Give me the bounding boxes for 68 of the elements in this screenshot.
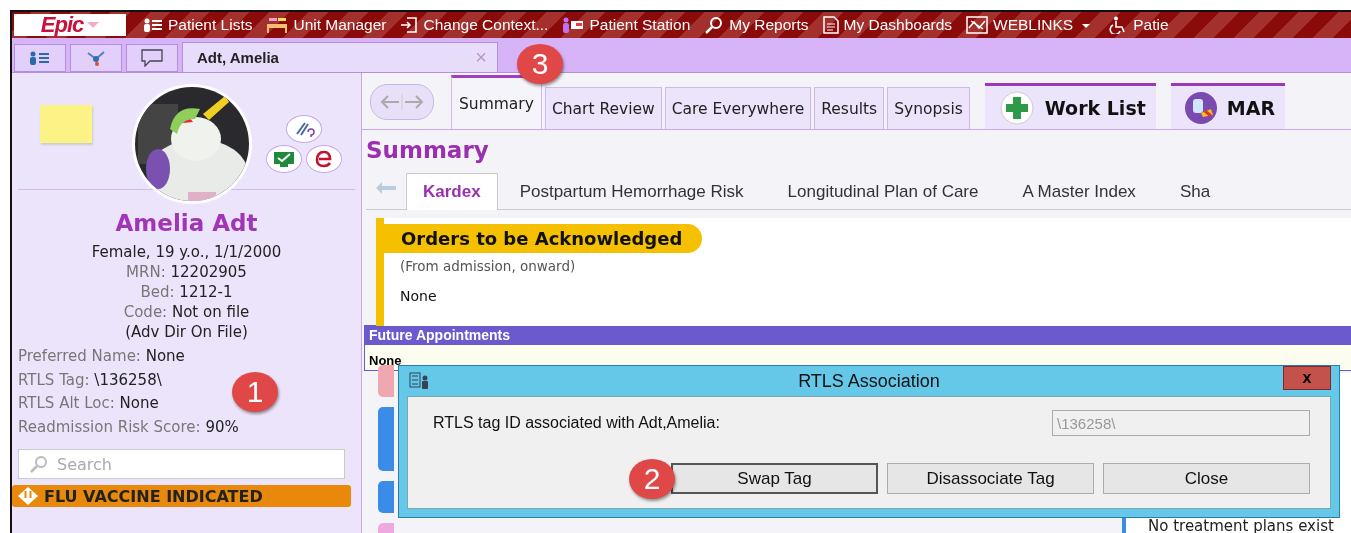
patient-info: Female, 19 y.o., 1/1/2000 — [90, 242, 283, 262]
chart-icon — [966, 16, 989, 34]
card-edge — [378, 481, 394, 513]
menu-item[interactable]: Change Context... — [393, 12, 556, 38]
patient-name: Amelia Adt — [114, 210, 259, 236]
patient-info: (Adv Dir On File) — [124, 322, 249, 342]
patient-list-icon — [143, 17, 163, 33]
orders-note: (From admission, onward) — [399, 257, 577, 274]
page-title: Summary — [365, 136, 490, 165]
patient-list-button[interactable] — [14, 44, 66, 72]
dialog-title: RTLS Association — [798, 370, 940, 392]
patient-info: MRN: 12202905 — [125, 262, 248, 282]
menu-item[interactable]: WEBLINKS — [959, 12, 1102, 38]
dialog-button[interactable]: Swap Tag — [671, 463, 878, 494]
station-icon — [562, 17, 585, 33]
document-icon — [822, 16, 839, 34]
e-icon[interactable] — [306, 145, 342, 173]
patient-tab[interactable]: Adt, Amelia × — [182, 42, 498, 72]
card-edge — [378, 365, 394, 397]
epic-logo[interactable]: Epic — [14, 14, 126, 36]
patient-detail: Readmission Risk Score: 90% — [18, 416, 240, 438]
section-tab[interactable]: Postpartum Hemorrhage Risk — [497, 175, 766, 209]
appointments-header: Future Appointments — [365, 326, 1351, 345]
back-forward-icon — [379, 92, 425, 112]
search-placeholder: Search — [57, 454, 112, 474]
orders-value: None — [399, 287, 438, 304]
orders-heading: Orders to be Acknowledged — [384, 224, 703, 253]
card-edge — [378, 407, 394, 471]
section-tab[interactable]: A Master Index — [1000, 175, 1158, 209]
back-forward-button[interactable] — [370, 84, 434, 120]
section-tab[interactable]: Kardex — [406, 173, 498, 210]
activity-tab[interactable]: Results — [814, 87, 885, 129]
activity-tab[interactable]: Care Everywhere — [664, 87, 812, 129]
section-tab[interactable]: Sha — [1157, 175, 1233, 209]
network-button[interactable] — [70, 44, 122, 72]
signature-icon[interactable] — [286, 115, 322, 143]
activity-tab[interactable]: Chart Review — [544, 87, 662, 129]
warning-icon — [18, 487, 38, 505]
speech-bubble-icon — [140, 49, 164, 67]
enter-icon — [400, 16, 419, 34]
menu-item[interactable]: Unit Manager — [259, 12, 394, 38]
activity-tab[interactable]: Synopsis — [887, 87, 970, 129]
launcher-tab[interactable]: Work List — [984, 83, 1156, 129]
beds-icon — [266, 17, 289, 33]
patient-list-icon — [29, 50, 51, 66]
search-icon — [704, 16, 725, 34]
activity-tab[interactable]: Summary — [451, 75, 542, 129]
patient-detail: Preferred Name: None — [18, 346, 186, 367]
section-tab[interactable]: Longitudinal Plan of Care — [765, 175, 1001, 209]
field-label: RTLS tag ID associated with Adt,Amelia: — [433, 414, 721, 432]
dialog-button[interactable]: Close — [1103, 463, 1310, 494]
app-icon — [409, 372, 431, 390]
message-button[interactable] — [126, 44, 178, 72]
network-icon — [86, 50, 106, 66]
menu-item[interactable]: My Dashboards — [815, 12, 960, 38]
alert-banner[interactable]: FLU VACCINE INDICATED — [12, 485, 351, 507]
monitor-check-icon[interactable] — [266, 145, 302, 173]
iv-bag-icon — [1182, 90, 1219, 125]
dialog-button[interactable]: Disassociate Tag — [887, 463, 1094, 494]
menu-item[interactable]: Patient Lists — [136, 12, 260, 38]
patient-info: Code: Not on file — [122, 302, 251, 322]
menu-item[interactable]: Patie — [1101, 12, 1176, 38]
patient-info: Bed: 1212-1 — [139, 282, 234, 302]
search-icon — [29, 455, 49, 473]
menu-item[interactable]: Patient Station — [555, 12, 698, 38]
window-close-button[interactable]: x — [1283, 366, 1331, 390]
menu-item[interactable]: My Reports — [697, 12, 816, 38]
launcher-tab[interactable]: MAR — [1170, 83, 1286, 129]
